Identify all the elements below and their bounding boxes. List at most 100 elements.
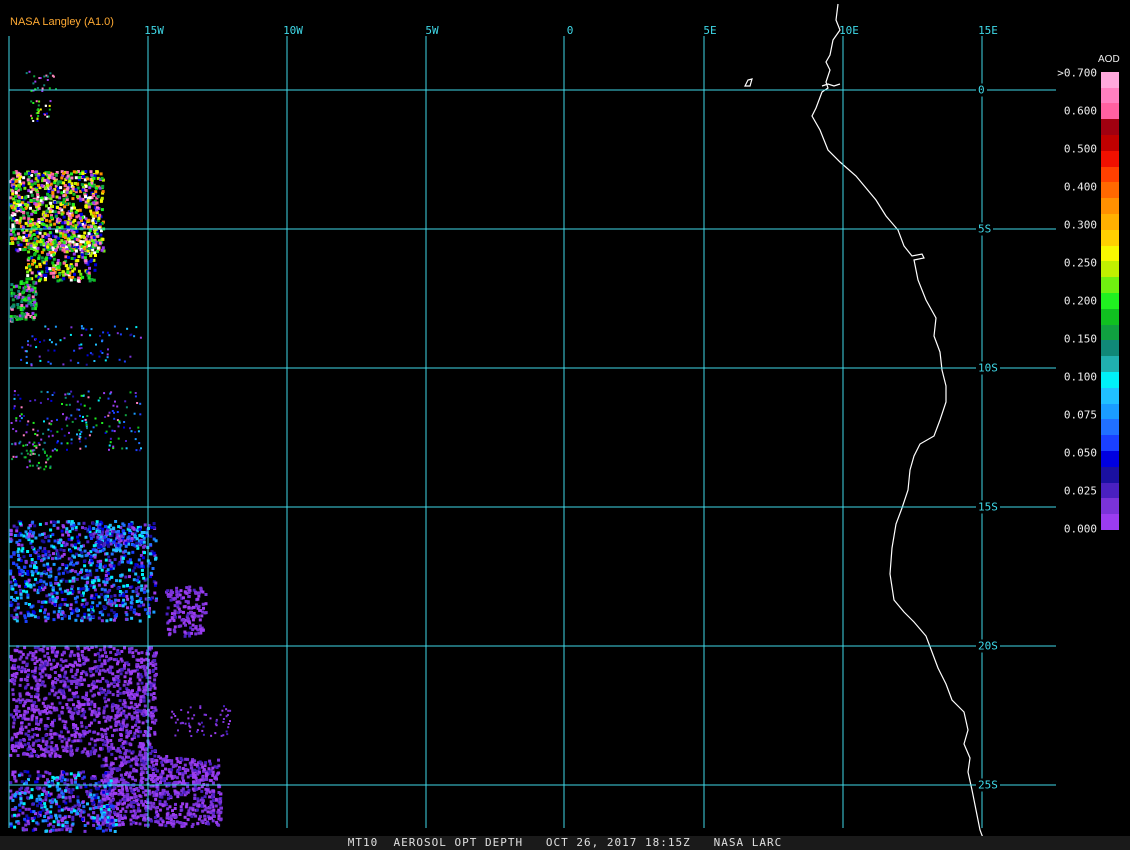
aerosol-pixel <box>103 662 107 666</box>
aerosol-pixel <box>73 349 76 352</box>
aerosol-pixel <box>212 811 216 815</box>
aerosol-pixel <box>84 418 87 421</box>
aerosol-pixel <box>65 821 69 824</box>
aerosol-pixel <box>109 600 113 603</box>
aerosol-pixel <box>30 558 34 561</box>
aerosol-pixel <box>55 449 58 452</box>
aerosol-pixel <box>139 540 143 544</box>
aerosol-pixel <box>75 242 79 246</box>
aerosol-pixel <box>44 727 48 731</box>
aerosol-pixel <box>161 804 165 808</box>
aerosol-pixel <box>118 687 122 691</box>
aerosol-pixel <box>62 799 66 803</box>
aerosol-pixel <box>50 666 54 670</box>
aerosol-pixel <box>138 534 142 537</box>
aerosol-pixel <box>130 616 134 620</box>
aerosol-pixel <box>47 360 50 363</box>
aerosol-pixel <box>14 443 17 446</box>
aerosol-pixel <box>179 756 183 760</box>
aerosol-pixel <box>28 651 32 655</box>
aerosol-pixel <box>173 615 177 619</box>
aerosol-pixel <box>79 678 83 682</box>
aerosol-pixel <box>197 766 201 770</box>
aerosol-pixel <box>25 656 29 660</box>
aerosol-pixel <box>30 605 34 609</box>
aerosol-pixel <box>99 559 103 563</box>
aerosol-pixel <box>95 249 99 253</box>
aerosol-pixel <box>26 770 30 774</box>
aerosol-pixel <box>135 537 139 541</box>
aerosol-pixel <box>77 269 81 273</box>
aerosol-pixel <box>125 735 129 739</box>
aerosol-pixel <box>55 229 58 233</box>
aerosol-pixel <box>32 421 35 424</box>
aerosol-pixel <box>56 430 59 433</box>
aerosol-pixel <box>45 218 48 222</box>
aerosol-pixel <box>84 568 88 572</box>
aerosol-pixel <box>99 563 102 566</box>
aerosol-pixel <box>48 186 52 190</box>
aerosol-pixel <box>133 669 137 673</box>
aerosol-pixel <box>40 438 43 441</box>
aerosol-pixel <box>193 793 197 797</box>
aerosol-pixel <box>43 802 47 806</box>
aerosol-pixel <box>172 619 176 622</box>
aerosol-pixel <box>95 343 97 346</box>
aerosol-pixel <box>130 430 133 433</box>
aerosol-pixel <box>90 173 94 177</box>
aerosol-pixel <box>15 529 19 533</box>
aerosol-pixel <box>60 617 64 621</box>
aerosol-pixel <box>85 423 88 426</box>
aerosol-pixel <box>22 704 26 708</box>
aerosol-pixel <box>52 610 56 614</box>
aerosol-pixel <box>187 590 191 594</box>
aerosol-pixel <box>148 792 152 796</box>
aerosol-pixel <box>29 199 33 202</box>
aerosol-pixel <box>108 444 111 447</box>
aerosol-pixel <box>9 580 13 584</box>
aerosol-pixel <box>136 675 140 679</box>
aerosol-pixel <box>14 179 18 183</box>
aerosol-pixel <box>168 632 172 636</box>
aerosol-pixel <box>39 77 42 79</box>
aerosol-pixel <box>98 213 102 217</box>
aerosol-pixel <box>91 548 95 552</box>
aerosol-pixel <box>109 775 113 779</box>
aerosol-pixel <box>36 112 39 114</box>
aerosol-pixel <box>48 597 52 601</box>
aerosol-pixel <box>9 533 13 536</box>
aerosol-pixel <box>29 564 32 568</box>
aerosol-pixel <box>40 559 43 563</box>
aerosol-pixel <box>10 283 14 287</box>
aerosol-pixel <box>74 263 78 267</box>
aerosol-pixel <box>96 234 100 238</box>
aerosol-pixel <box>83 612 87 616</box>
aerosol-pixel <box>100 196 104 200</box>
aerosol-pixel <box>149 534 153 538</box>
aerosol-pixel <box>152 525 156 529</box>
aerosol-pixel <box>119 738 123 742</box>
aerosol-pixel <box>61 563 65 566</box>
aerosol-pixel <box>17 547 21 551</box>
aerosol-pixel <box>23 298 26 302</box>
aerosol-pixel <box>45 256 49 260</box>
aerosol-pixel <box>65 190 69 194</box>
aerosol-pixel <box>139 773 143 776</box>
aerosol-pixel <box>155 769 159 773</box>
aerosol-pixel <box>87 182 91 186</box>
aerosol-pixel <box>33 550 37 554</box>
aerosol-pixel <box>18 809 22 813</box>
aerosol-pixel <box>79 414 81 417</box>
aerosol-pixel <box>84 437 87 440</box>
aerosol-pixel <box>45 209 49 213</box>
aerosol-pixel <box>84 184 88 188</box>
aerosol-pixel <box>12 616 16 620</box>
aerosol-pixel <box>83 716 87 720</box>
aerosol-pixel <box>21 208 25 211</box>
aerosol-pixel <box>61 611 65 615</box>
aerosol-pixel <box>125 447 128 450</box>
aerosol-pixel <box>144 778 148 782</box>
aerosol-pixel <box>34 577 38 581</box>
aerosol-pixel <box>69 744 73 748</box>
aerosol-pixel <box>210 802 214 806</box>
